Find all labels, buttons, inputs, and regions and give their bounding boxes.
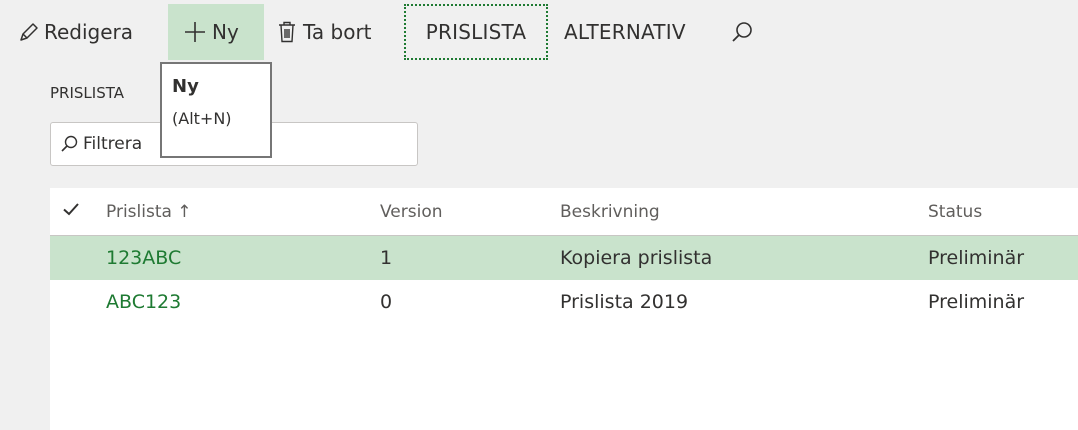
plus-icon xyxy=(182,19,208,45)
grid-header: Prislista ↑ Version Beskrivning Status xyxy=(50,188,1078,236)
tab-prislista[interactable]: PRISLISTA xyxy=(404,4,548,60)
table-row[interactable]: 123ABC 1 Kopiera prislista Preliminär xyxy=(50,236,1078,280)
edit-button[interactable]: Redigera xyxy=(18,4,158,60)
new-button-tooltip: Ny (Alt+N) xyxy=(160,62,272,158)
checkmark-icon xyxy=(62,200,80,223)
new-button-label: Ny xyxy=(212,20,239,44)
tooltip-title: Ny xyxy=(172,76,199,97)
column-header-prislista[interactable]: Prislista ↑ xyxy=(106,188,192,235)
edit-button-label: Redigera xyxy=(44,20,134,44)
trash-icon xyxy=(278,21,296,43)
search-button[interactable] xyxy=(722,4,762,60)
search-icon xyxy=(730,20,754,44)
tab-prislista-label: PRISLISTA xyxy=(425,20,527,44)
status-cell: Preliminär xyxy=(928,291,1025,313)
new-button[interactable]: Ny xyxy=(168,4,264,60)
description-cell: Prislista 2019 xyxy=(560,291,689,313)
action-pane: Redigera Ny Ta bort PRISLISTA ALTERNATIV xyxy=(0,0,1078,64)
price-list-grid: Prislista ↑ Version Beskrivning Status 1… xyxy=(50,188,1078,430)
delete-button[interactable]: Ta bort xyxy=(278,4,398,60)
version-cell: 0 xyxy=(380,291,393,313)
description-cell: Kopiera prislista xyxy=(560,247,713,269)
pencil-icon xyxy=(18,21,40,43)
select-all-checkbox[interactable] xyxy=(62,188,92,235)
column-header-beskrivning[interactable]: Beskrivning xyxy=(560,188,660,235)
status-cell: Preliminär xyxy=(928,247,1025,269)
tab-alternativ[interactable]: ALTERNATIV xyxy=(564,4,714,60)
page: Redigera Ny Ta bort PRISLISTA ALTERNATIV xyxy=(0,0,1078,430)
tab-alternativ-label: ALTERNATIV xyxy=(564,20,686,44)
prislista-link[interactable]: ABC123 xyxy=(106,280,181,324)
table-row[interactable]: ABC123 0 Prislista 2019 Preliminär xyxy=(50,280,1078,324)
search-icon xyxy=(59,134,79,154)
section-label: PRISLISTA xyxy=(50,84,124,102)
version-cell: 1 xyxy=(380,247,393,269)
tooltip-shortcut: (Alt+N) xyxy=(172,109,232,128)
prislista-link[interactable]: 123ABC xyxy=(106,236,181,280)
column-header-version[interactable]: Version xyxy=(380,188,443,235)
delete-button-label: Ta bort xyxy=(303,20,372,44)
column-header-status[interactable]: Status xyxy=(928,188,982,235)
